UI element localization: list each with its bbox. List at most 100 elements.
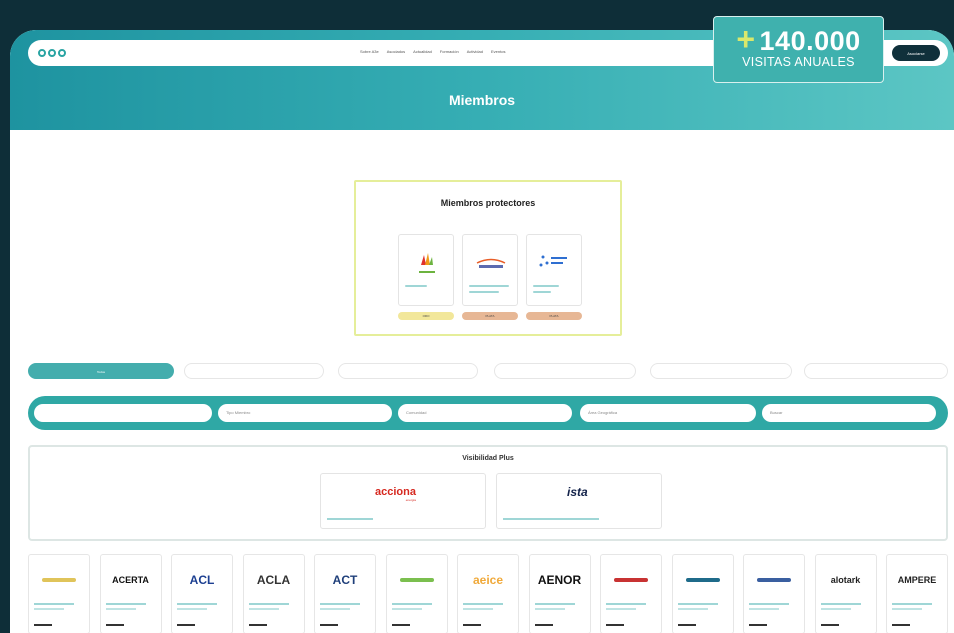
nav-links: Sobre A3e Asociados Actualidad Formación… [360, 49, 505, 54]
tab-filter-5[interactable] [650, 363, 792, 379]
view-link[interactable] [677, 624, 696, 626]
ista-logo: ista [567, 485, 588, 499]
tab-filter-6[interactable] [804, 363, 948, 379]
member-logo [744, 565, 804, 595]
view-link[interactable] [177, 624, 195, 626]
member-card[interactable]: ACT [314, 554, 376, 633]
area-select[interactable]: Área Geográfica [580, 404, 756, 422]
acciona-logo: acciona energía [375, 486, 416, 502]
iberdrola-logo [419, 253, 435, 273]
nav-link-activity[interactable]: Actividad [467, 49, 483, 54]
badge-silver: PLATA [462, 312, 518, 320]
visits-number: +140.000 [736, 21, 861, 57]
view-link[interactable] [606, 624, 624, 626]
plus-card-ista[interactable]: ista [496, 473, 662, 529]
member-name-line [391, 603, 432, 605]
tab-filter-2[interactable] [184, 363, 324, 379]
protector-members-box: Miembros protectores ORO PLATA PLATA [354, 180, 622, 336]
view-link[interactable] [749, 624, 767, 626]
nav-link-news[interactable]: Actualidad [413, 49, 432, 54]
member-card[interactable]: AENOR [528, 554, 591, 633]
protector-card-iberdrola[interactable] [398, 234, 454, 306]
member-name-line [391, 608, 422, 610]
member-filter-tabs: Todos [28, 363, 948, 381]
member-logo [601, 565, 661, 595]
member-type-select[interactable]: Tipo Miembro [218, 404, 392, 422]
member-name-line [34, 603, 74, 605]
member-name-line [320, 608, 350, 610]
join-button[interactable]: Asociarse [892, 45, 940, 61]
member-card[interactable]: alotark [814, 554, 877, 633]
annual-visits-badge: +140.000 VISITAS ANUALES [713, 16, 884, 83]
member-logo: ACL [189, 573, 215, 587]
member-card[interactable] [671, 554, 734, 633]
community-select[interactable]: Comunidad [398, 404, 572, 422]
page-title: Miembros [448, 92, 516, 108]
plus-card-acciona[interactable]: acciona energía [320, 473, 486, 529]
view-link[interactable] [391, 624, 410, 626]
protector-card-edp[interactable] [526, 234, 582, 306]
member-name-line [105, 603, 146, 605]
nav-link-events[interactable]: Eventos [491, 49, 505, 54]
member-card[interactable]: AMPERE [886, 554, 948, 633]
member-card[interactable]: ACLA [242, 554, 305, 633]
tab-all[interactable]: Todos [28, 363, 174, 379]
member-logo: ACT [332, 573, 358, 587]
view-link[interactable] [534, 624, 553, 626]
member-name-line [463, 608, 493, 610]
members-grid: ACERTA ACL ACLA ACT aeice AENOR alotark AMPERE [28, 554, 954, 633]
nav-link-members[interactable]: Asociados [387, 49, 405, 54]
member-name-line [749, 608, 779, 610]
member-card[interactable] [385, 554, 448, 633]
member-name-line [34, 608, 64, 610]
badge-silver: PLATA [526, 312, 582, 320]
member-card[interactable]: ACERTA [99, 554, 162, 633]
member-card[interactable]: ACL [171, 554, 233, 633]
member-logo [673, 565, 733, 595]
member-card[interactable] [28, 554, 90, 633]
name-search-input[interactable] [34, 404, 212, 422]
member-card[interactable] [600, 554, 662, 633]
member-name-line [606, 608, 636, 610]
member-name-line [534, 603, 575, 605]
site-logo[interactable] [38, 49, 66, 57]
nav-link-training[interactable]: Formación [440, 49, 459, 54]
member-name-line [534, 608, 565, 610]
edp-logo [539, 255, 567, 267]
view-link[interactable] [820, 624, 839, 626]
member-card[interactable] [743, 554, 805, 633]
view-link[interactable] [320, 624, 338, 626]
member-card[interactable]: aeice [457, 554, 519, 633]
member-logo [387, 565, 447, 595]
member-search-bar: Tipo Miembro Comunidad Área Geográfica B… [28, 396, 948, 430]
visibility-plus-title: Visibilidad Plus [462, 455, 514, 462]
member-name-line [677, 603, 718, 605]
tab-filter-4[interactable] [494, 363, 636, 379]
badge-gold: ORO [398, 312, 454, 320]
view-link[interactable] [248, 624, 267, 626]
member-logo: AENOR [537, 573, 582, 587]
view-link[interactable] [892, 624, 910, 626]
member-name-line [677, 608, 708, 610]
view-link[interactable] [463, 624, 481, 626]
protector-card-repsol[interactable] [462, 234, 518, 306]
view-link[interactable] [105, 624, 124, 626]
member-logo: ACLA [256, 573, 291, 587]
member-logo [29, 565, 89, 595]
member-logo: ACERTA [112, 575, 149, 585]
nav-link-about[interactable]: Sobre A3e [360, 49, 379, 54]
member-name-line [749, 603, 789, 605]
browser-frame: Sobre A3e Asociados Actualidad Formación… [10, 30, 954, 633]
member-name-line [892, 608, 922, 610]
visibility-plus-box: Visibilidad Plus acciona energía ista [28, 445, 948, 541]
search-submit-field[interactable]: Buscar [762, 404, 936, 422]
member-name-line [606, 603, 646, 605]
member-name-line [177, 608, 207, 610]
tab-filter-3[interactable] [338, 363, 478, 379]
member-name-line [820, 603, 861, 605]
view-link[interactable] [34, 624, 52, 626]
member-name-line [177, 603, 217, 605]
member-name-line [248, 603, 289, 605]
member-logo: AMPERE [897, 575, 937, 585]
member-name-line [105, 608, 136, 610]
